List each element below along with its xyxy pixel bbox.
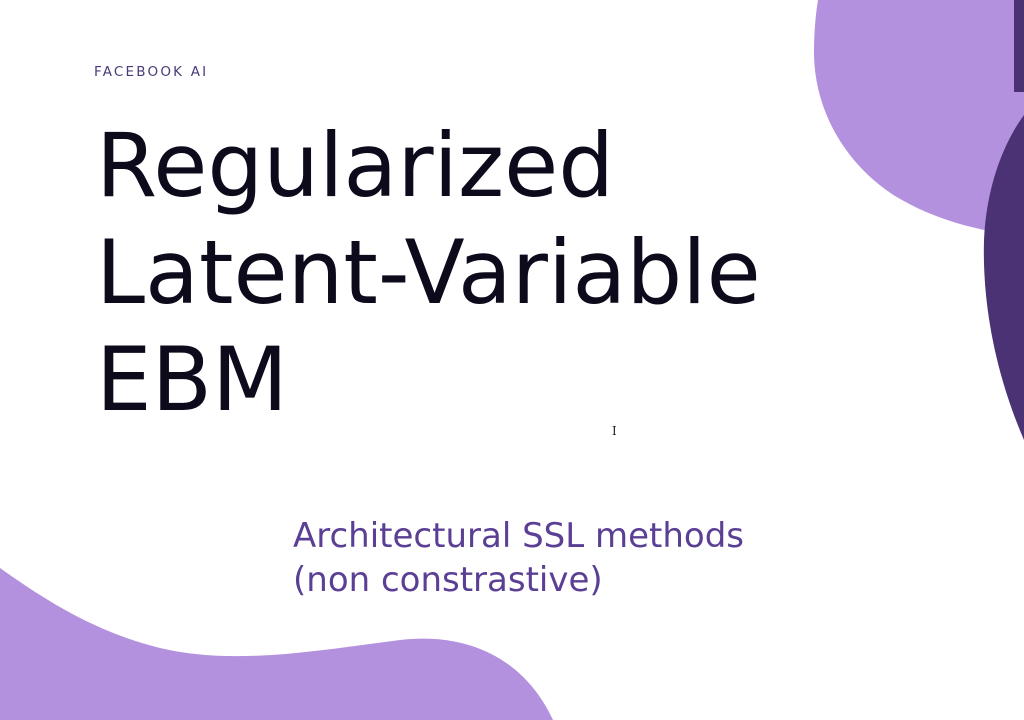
top-right-dark-strip: [1014, 0, 1024, 92]
title-line-1: Regularized: [96, 114, 615, 217]
title-line-3: EBM: [96, 328, 288, 431]
title-line-2: Latent-Variable: [96, 221, 761, 324]
slide-title: Regularized Latent-Variable EBM: [96, 112, 761, 433]
text-cursor-icon: I: [612, 424, 617, 438]
subtitle-line-2: (non constrastive): [293, 560, 603, 600]
slide-subtitle: Architectural SSL methods (non constrast…: [293, 514, 744, 602]
slide: FACEBOOK AI Regularized Latent-Variable …: [0, 0, 1024, 720]
subtitle-line-1: Architectural SSL methods: [293, 516, 744, 556]
brand-label: FACEBOOK AI: [94, 64, 209, 80]
